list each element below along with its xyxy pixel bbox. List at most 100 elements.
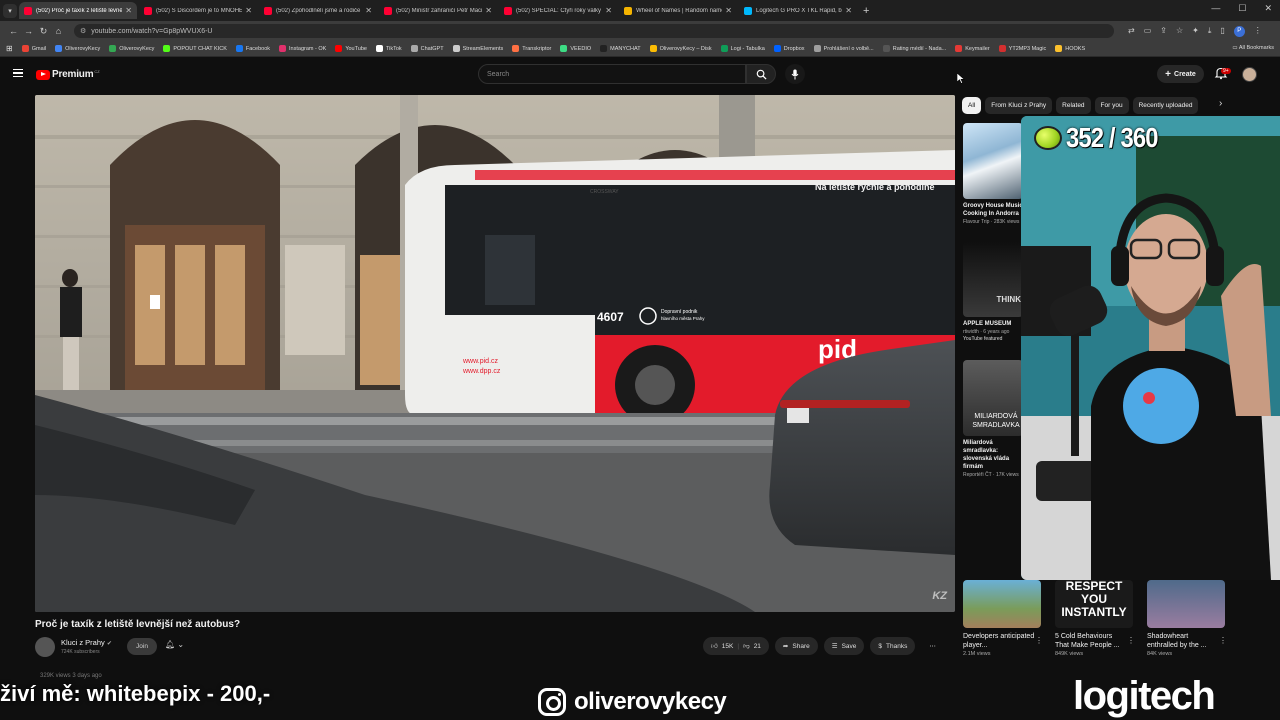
- subscription-bell-icon[interactable]: 🔔︎ ⌄: [165, 640, 184, 649]
- extensions-icon[interactable]: ✦: [1192, 26, 1199, 37]
- tab-close-icon[interactable]: ✕: [365, 6, 372, 15]
- recommendation-item[interactable]: THINK APPLE MUSEUM rtiwidth · 6 years ag…: [963, 242, 1023, 342]
- bookmark-item[interactable]: Transkriptor: [512, 45, 551, 52]
- home-icon[interactable]: ⌂: [51, 26, 66, 36]
- more-actions-button[interactable]: ⋯: [921, 637, 944, 655]
- tab-close-icon[interactable]: ✕: [845, 6, 852, 15]
- short-item[interactable]: Shadowheart enthralled by the ... 84K vi…: [1147, 580, 1227, 657]
- thanks-button[interactable]: $ Thanks: [870, 637, 916, 655]
- recommendation-item[interactable]: Groovy House Music Cooking In Andorra Fl…: [963, 123, 1023, 225]
- new-tab-button[interactable]: +: [863, 5, 869, 17]
- bookmark-item[interactable]: Rating médií - Nada...: [882, 45, 946, 52]
- create-button[interactable]: + Create: [1157, 65, 1204, 83]
- like-button[interactable]: 👍︎ 15K | 👎︎ 21: [703, 637, 769, 655]
- bookmark-item[interactable]: OliverovyKecy – Disk: [649, 45, 712, 52]
- menu-hamburger-icon[interactable]: [13, 69, 23, 77]
- recommendation-title[interactable]: Groovy House Music Cooking In Andorra: [963, 202, 1023, 218]
- chips-next-icon[interactable]: ›: [1219, 98, 1222, 109]
- address-bar[interactable]: ⚙ youtube.com/watch?v=Gp8pWVUX6-U: [74, 24, 1114, 38]
- forward-icon[interactable]: →: [21, 26, 36, 36]
- filter-chip[interactable]: Related: [1056, 97, 1091, 114]
- bookmark-item[interactable]: Dropbox: [773, 45, 805, 52]
- bookmark-item[interactable]: Instagram - OK: [279, 45, 326, 52]
- short-item[interactable]: RESPECT YOU INSTANTLY 5 Cold Behaviours …: [1055, 580, 1135, 657]
- channel-watermark[interactable]: KZ: [932, 590, 947, 602]
- cast-icon[interactable]: ▭: [1144, 26, 1152, 37]
- video-player[interactable]: CROSSWAY Na letiště rychle a pohodlně 46…: [35, 95, 955, 612]
- thumbs-down-icon[interactable]: 👎︎: [743, 642, 750, 650]
- recommendation-thumbnail[interactable]: MILIARDOVÁ SMRADLAVKA: [963, 360, 1023, 436]
- filter-chip[interactable]: For you: [1094, 97, 1129, 114]
- voice-search-button[interactable]: [785, 64, 805, 84]
- browser-tab[interactable]: (502) S Discordem je to MNOHEM ✕: [139, 2, 257, 19]
- browser-tab[interactable]: (502) SPECIÁL: Čtyři roky války ✕: [499, 2, 617, 19]
- menu-dots-icon[interactable]: ⋮: [1254, 26, 1262, 37]
- tab-close-icon[interactable]: ✕: [605, 6, 612, 15]
- browser-tab[interactable]: Wheel of Names | Random name picker✕: [619, 2, 737, 19]
- search-input[interactable]: Search: [478, 64, 746, 84]
- translate-icon[interactable]: ⇄: [1128, 26, 1135, 37]
- recommendation-thumbnail[interactable]: [963, 123, 1023, 199]
- apps-grid-icon[interactable]: ⊞: [6, 44, 13, 53]
- bookmark-item[interactable]: OliverovyKecy: [55, 45, 100, 52]
- bookmark-item[interactable]: Logi - Tabulka: [720, 45, 765, 52]
- recommendation-item[interactable]: MILIARDOVÁ SMRADLAVKA Miliardová smradla…: [963, 360, 1023, 478]
- short-thumbnail[interactable]: [963, 580, 1041, 628]
- bookmark-item[interactable]: OliverovyKecy: [109, 45, 154, 52]
- bookmark-item[interactable]: POPOUT CHAT KICK: [163, 45, 227, 52]
- sidepanel-icon[interactable]: ▯: [1220, 26, 1224, 37]
- filter-chip[interactable]: From Kluci z Prahy: [985, 97, 1053, 114]
- close-window-icon[interactable]: ✕: [1264, 3, 1272, 14]
- bookmark-item[interactable]: Gmail: [21, 45, 46, 52]
- bookmark-item[interactable]: Facebook: [235, 45, 270, 52]
- maximize-icon[interactable]: ☐: [1238, 3, 1246, 14]
- short-menu-icon[interactable]: ⋮: [1127, 636, 1135, 645]
- join-button[interactable]: Join: [127, 638, 157, 655]
- bookmark-item[interactable]: YouTube: [335, 45, 367, 52]
- bookmark-item[interactable]: YT2MP3 Magic: [998, 45, 1046, 52]
- minimize-icon[interactable]: —: [1211, 3, 1220, 14]
- browser-tab[interactable]: (502) Proč je taxík z letiště levnější n…: [19, 2, 137, 19]
- bookmark-item[interactable]: Prohlášení o volbě...: [813, 45, 874, 52]
- bookmark-item[interactable]: StreamElements: [452, 45, 503, 52]
- short-menu-icon[interactable]: ⋮: [1219, 636, 1227, 645]
- short-item[interactable]: Developers anticipated player... 2.1M vi…: [963, 580, 1043, 657]
- recommendation-title[interactable]: APPLE MUSEUM: [963, 320, 1023, 328]
- short-title[interactable]: Developers anticipated player...: [963, 632, 1035, 650]
- filter-chip[interactable]: All: [962, 97, 982, 114]
- share-button[interactable]: ➦ Share: [774, 637, 818, 655]
- bookmark-item[interactable]: Keymailer: [955, 45, 990, 52]
- bookmark-item[interactable]: VEEDIO: [560, 45, 591, 52]
- channel-name[interactable]: Kluci z Prahy ✔: [61, 638, 112, 647]
- reload-icon[interactable]: ↻: [36, 26, 51, 37]
- tab-close-icon[interactable]: ✕: [245, 6, 252, 15]
- recommendation-title[interactable]: Miliardová smradlavka: slovenská vláda f…: [963, 439, 1023, 471]
- filter-chip[interactable]: Recently uploaded: [1132, 97, 1199, 114]
- search-button[interactable]: [746, 64, 776, 84]
- tab-close-icon[interactable]: ✕: [725, 6, 732, 15]
- browser-tab[interactable]: (502) Ministr zahraničí Petr Macinka✕: [379, 2, 497, 19]
- recommendation-thumbnail[interactable]: THINK: [963, 242, 1023, 317]
- site-info-icon[interactable]: ⚙: [80, 27, 86, 35]
- back-icon[interactable]: ←: [6, 26, 21, 36]
- bookmark-star-icon[interactable]: ☆: [1176, 26, 1183, 37]
- short-title[interactable]: 5 Cold Behaviours That Make People ...: [1055, 632, 1127, 650]
- account-avatar[interactable]: [1242, 67, 1257, 82]
- browser-tab[interactable]: (502) Zpohodlnělí jsme a rodiče ✕: [259, 2, 377, 19]
- short-menu-icon[interactable]: ⋮: [1035, 636, 1043, 645]
- tab-close-icon[interactable]: ✕: [485, 6, 492, 15]
- bookmark-item[interactable]: ChatGPT: [410, 45, 444, 52]
- bookmark-item[interactable]: TikTok: [375, 45, 402, 52]
- youtube-premium-logo[interactable]: Premium CZ: [36, 69, 100, 80]
- bookmark-item[interactable]: HOOKS: [1055, 45, 1085, 52]
- share-page-icon[interactable]: ⇪: [1160, 26, 1167, 37]
- tab-search-icon[interactable]: ▾: [3, 3, 17, 18]
- channel-avatar[interactable]: [35, 637, 55, 657]
- short-thumbnail[interactable]: [1147, 580, 1225, 628]
- profile-avatar[interactable]: P: [1233, 25, 1245, 37]
- bookmark-item[interactable]: MANYCHAT: [600, 45, 641, 52]
- download-icon[interactable]: ⤓: [1208, 26, 1212, 37]
- short-thumbnail[interactable]: RESPECT YOU INSTANTLY: [1055, 580, 1133, 628]
- short-title[interactable]: Shadowheart enthralled by the ...: [1147, 632, 1219, 650]
- save-button[interactable]: ☰ Save: [823, 637, 865, 655]
